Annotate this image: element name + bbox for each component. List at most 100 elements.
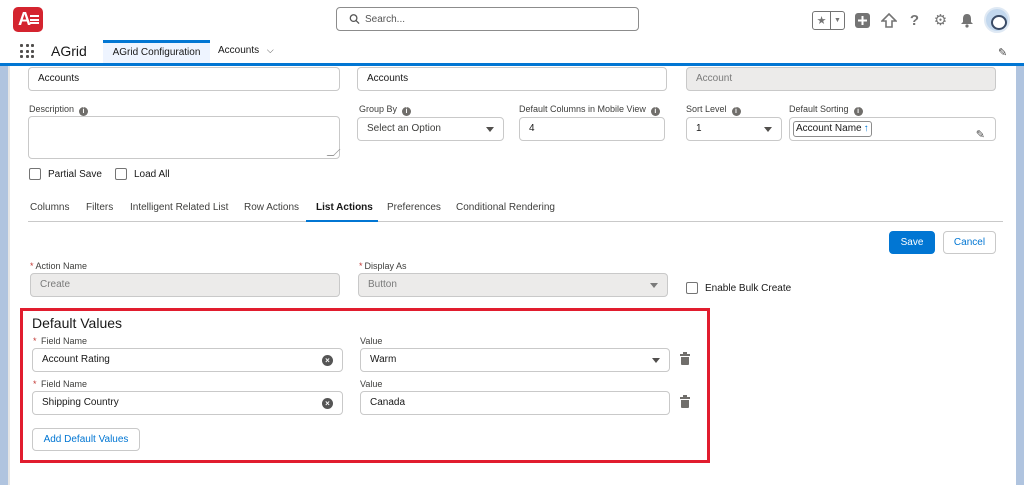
info-icon[interactable]: i: [731, 107, 741, 116]
label-text: Display As: [364, 261, 407, 271]
save-button[interactable]: Save: [889, 231, 935, 254]
info-icon[interactable]: i: [402, 107, 412, 116]
group-by-select[interactable]: Select an Option: [357, 117, 504, 141]
input-value: Accounts: [367, 73, 409, 84]
trailhead-icon[interactable]: [880, 12, 897, 29]
required-marker: *: [33, 336, 37, 346]
delete-row-trash-icon[interactable]: [680, 352, 690, 365]
tab-filters[interactable]: Filters: [86, 202, 113, 213]
global-add-icon[interactable]: [854, 12, 871, 29]
add-default-values-button[interactable]: Add Default Values: [32, 428, 140, 451]
tab-preferences[interactable]: Preferences: [387, 202, 441, 213]
value-label: Value: [360, 336, 382, 346]
default-field-name-input[interactable]: Account Rating ×: [32, 348, 343, 372]
label-text: Action Name: [35, 261, 88, 271]
select-value: Select an Option: [367, 123, 441, 134]
active-tab-indicator: [306, 220, 378, 222]
label-text: Group By: [359, 104, 398, 114]
info-icon[interactable]: i: [853, 107, 863, 116]
global-search-input[interactable]: Search...: [336, 7, 639, 31]
favorites-dropdown-icon[interactable]: ▼: [831, 12, 844, 29]
sort-level-select[interactable]: 1: [686, 117, 782, 141]
app-name: AGrid: [51, 43, 87, 59]
label-text: Default Columns in Mobile View: [519, 104, 646, 114]
checkbox-label: Load All: [134, 168, 170, 180]
app-launcher-icon[interactable]: [20, 44, 34, 58]
default-field-name-input[interactable]: Shipping Country ×: [32, 391, 343, 415]
setup-gear-icon[interactable]: ⚙: [932, 12, 949, 29]
search-icon: [349, 14, 360, 25]
delete-row-trash-icon[interactable]: [680, 395, 690, 408]
select-value: Button: [368, 279, 397, 290]
help-icon[interactable]: ?: [906, 12, 923, 29]
nav-tab-label: Accounts: [218, 45, 260, 56]
configuration-card: Accounts Accounts Account Description i G…: [8, 66, 1016, 485]
field-name-label: * Field Name: [33, 379, 87, 389]
user-avatar[interactable]: [984, 7, 1010, 33]
input-value: Shipping Country: [42, 397, 119, 408]
partial-save-checkbox[interactable]: Partial Save: [29, 168, 102, 180]
load-all-checkbox[interactable]: Load All: [115, 168, 170, 180]
chevron-down-icon: [652, 358, 660, 363]
edit-nav-pencil-icon[interactable]: ✎: [998, 46, 1008, 59]
default-sorting-field[interactable]: Account Name ↑ ✎: [789, 117, 996, 141]
object-name-input[interactable]: Accounts: [28, 67, 340, 91]
value-label: Value: [360, 379, 382, 389]
description-textarea[interactable]: [28, 116, 341, 159]
info-icon[interactable]: i: [650, 107, 660, 116]
favorites-star-icon[interactable]: ★: [813, 11, 831, 29]
cancel-button[interactable]: Cancel: [943, 231, 996, 254]
sort-ascending-arrow-icon[interactable]: ↑: [864, 123, 869, 134]
chevron-down-icon[interactable]: ⌵: [267, 45, 274, 55]
mobile-columns-input[interactable]: 4: [519, 117, 665, 141]
chevron-down-icon: [486, 127, 494, 132]
clear-field-icon[interactable]: ×: [322, 355, 333, 366]
logo-bars-icon: [30, 15, 39, 24]
app-logo[interactable]: A: [13, 7, 43, 32]
tab-conditional-rendering[interactable]: Conditional Rendering: [456, 202, 555, 213]
label-text: Value: [360, 336, 383, 346]
search-placeholder: Search...: [365, 14, 406, 25]
label-text: Default Sorting: [789, 104, 849, 114]
mobile-columns-label: Default Columns in Mobile View i: [519, 104, 660, 116]
label-text: Description: [29, 104, 75, 114]
label-text: Field Name: [41, 336, 88, 346]
checkbox-box[interactable]: [29, 168, 41, 180]
tab-intelligent-related-list[interactable]: Intelligent Related List: [130, 202, 228, 213]
default-values-section: Default Values * Field Name Account Rati…: [20, 308, 710, 463]
input-value: Account: [696, 73, 733, 84]
select-value: 1: [696, 123, 702, 134]
action-name-input: Create: [30, 273, 340, 297]
tab-list-actions[interactable]: List Actions: [316, 202, 373, 213]
chevron-down-icon: [764, 127, 772, 132]
checkbox-label: Partial Save: [48, 168, 102, 180]
header-icons: ★ ▼ ? ⚙: [812, 5, 1010, 35]
resize-handle-icon[interactable]: [326, 149, 341, 156]
display-as-label: * Display As: [359, 261, 407, 271]
checkbox-box[interactable]: [686, 282, 698, 294]
input-value: Create: [40, 279, 71, 290]
tab-row-actions[interactable]: Row Actions: [244, 202, 299, 213]
nav-tab-accounts[interactable]: Accounts ⌵: [218, 45, 274, 56]
info-icon[interactable]: i: [79, 107, 89, 116]
sort-field-pill[interactable]: Account Name ↑: [793, 121, 872, 137]
checkbox-box[interactable]: [115, 168, 127, 180]
nav-tab-agrid-configuration[interactable]: AGrid Configuration: [103, 40, 210, 63]
input-value: Account Rating: [42, 354, 110, 365]
select-value: Warm: [370, 354, 397, 365]
notifications-bell-icon[interactable]: [958, 12, 975, 29]
object-api-input: Account: [686, 67, 996, 91]
label-input[interactable]: Accounts: [357, 67, 667, 91]
enable-bulk-create-checkbox[interactable]: Enable Bulk Create: [686, 282, 791, 294]
default-value-select[interactable]: Warm: [360, 348, 670, 372]
tab-columns[interactable]: Columns: [30, 202, 69, 213]
edit-sorting-pencil-icon[interactable]: ✎: [976, 124, 985, 146]
clear-field-icon[interactable]: ×: [322, 398, 333, 409]
default-sorting-label: Default Sorting i: [789, 104, 863, 116]
checkbox-label: Enable Bulk Create: [705, 282, 792, 294]
required-marker: *: [30, 261, 34, 271]
default-value-input[interactable]: Canada: [360, 391, 670, 415]
required-marker: *: [359, 261, 363, 271]
global-header: A Search... ★ ▼ ? ⚙: [0, 0, 1024, 40]
label-text: Value: [360, 379, 383, 389]
